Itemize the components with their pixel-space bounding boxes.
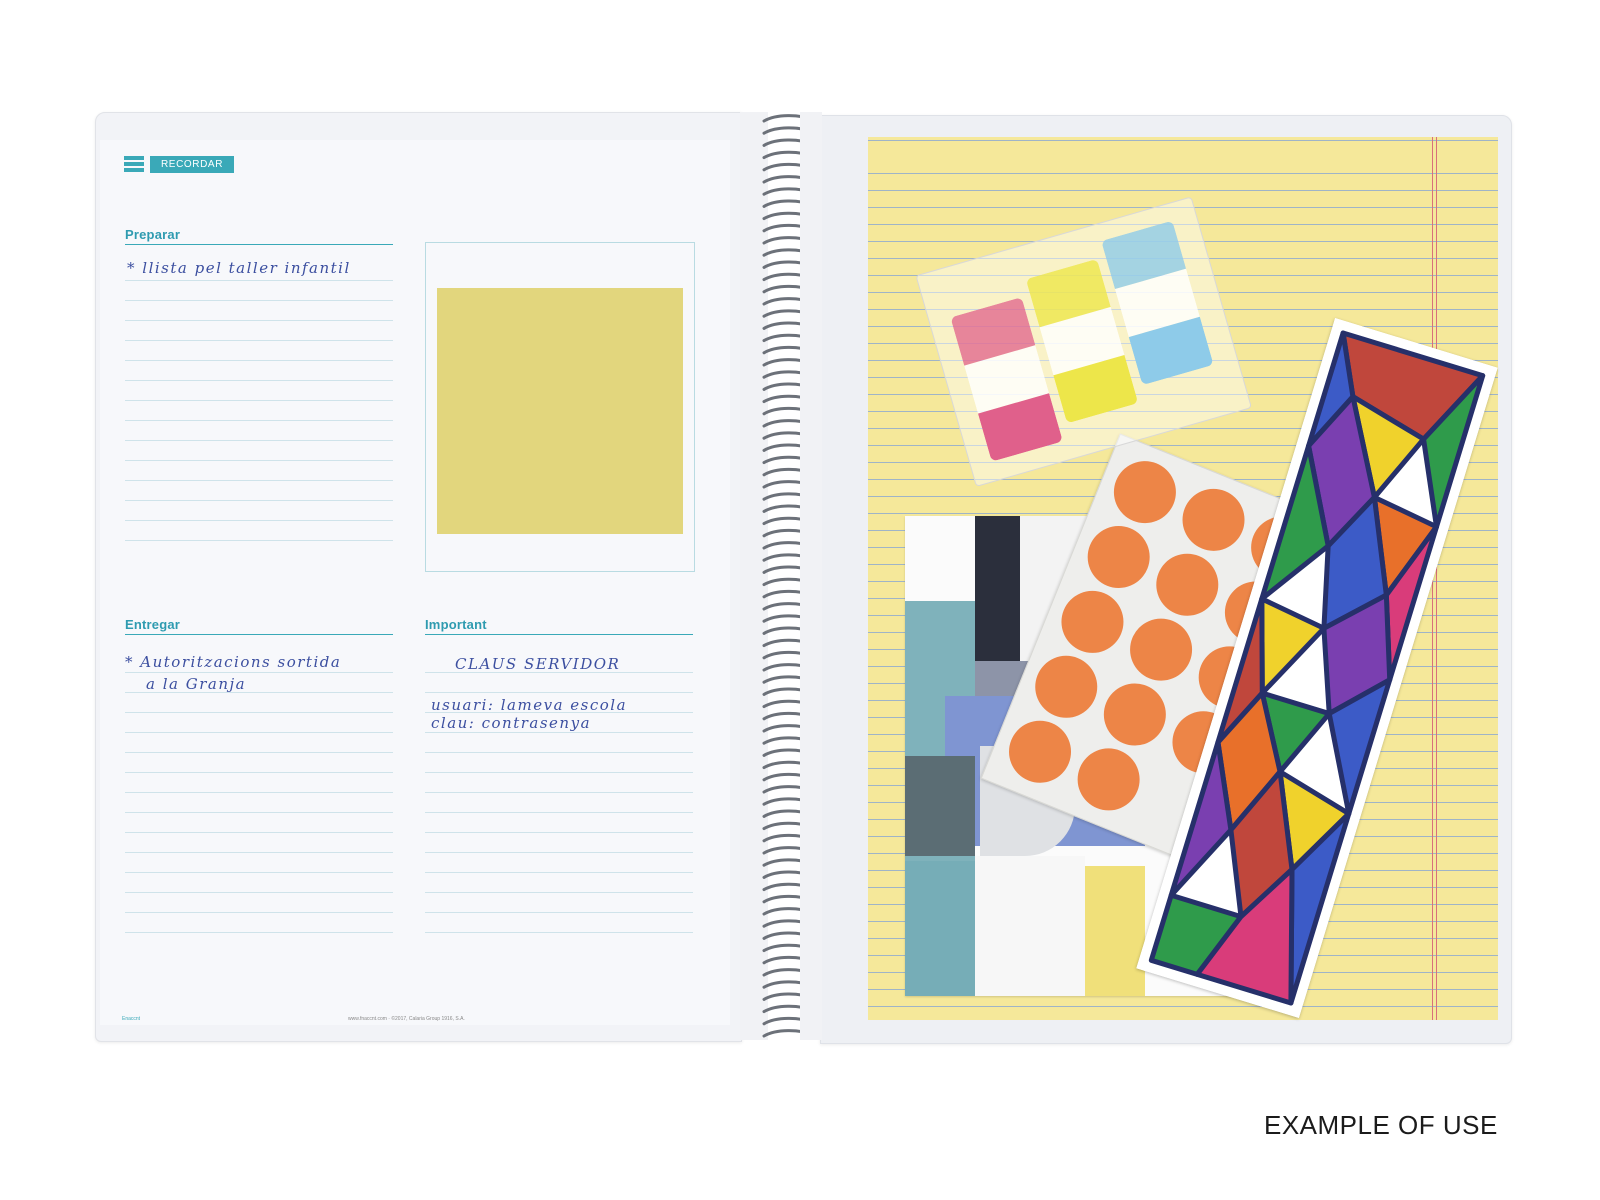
- preparar-label: Preparar: [125, 227, 181, 242]
- preparar-rule: [125, 520, 393, 521]
- preparar-rule: [125, 320, 393, 321]
- entregar-rule: [125, 832, 393, 833]
- entregar-rule: [125, 872, 393, 873]
- preparar-rule: [125, 460, 393, 461]
- preparar-rule: [125, 500, 393, 501]
- preparar-rule: [125, 280, 393, 281]
- entregar-rule: [125, 852, 393, 853]
- preparar-rule: [125, 380, 393, 381]
- preparar-rule: [125, 300, 393, 301]
- sticky-note: [437, 288, 683, 534]
- important-rule: [425, 692, 693, 693]
- entregar-underline: [125, 634, 393, 635]
- preparar-underline: [125, 244, 393, 245]
- important-rule: [425, 732, 693, 733]
- sleeve-edge-right: [800, 112, 822, 1040]
- entregar-rule: [125, 912, 393, 913]
- important-rule: [425, 672, 693, 673]
- entregar-rule: [125, 892, 393, 893]
- entregar-label: Entregar: [125, 617, 181, 632]
- footer-brand: Enaccnt: [122, 1016, 141, 1022]
- entregar-rule: [125, 772, 393, 773]
- important-note-3: clau: contrasenya: [431, 714, 592, 732]
- important-note-1: CLAUS SERVIDOR: [455, 655, 621, 673]
- important-label: Important: [425, 617, 487, 632]
- entregar-rule: [125, 812, 393, 813]
- important-rule: [425, 932, 693, 933]
- recordar-badge: RECORDAR: [150, 156, 234, 173]
- entregar-note-2: a la Granja: [146, 675, 247, 693]
- caption: EXAMPLE OF USE: [1264, 1110, 1498, 1140]
- important-rule: [425, 712, 693, 713]
- list-icon: [124, 156, 144, 173]
- preparar-rule: [125, 540, 393, 541]
- entregar-rule: [125, 712, 393, 713]
- preparar-rule: [125, 400, 393, 401]
- important-rule: [425, 772, 693, 773]
- preparar-rule: [125, 480, 393, 481]
- preparar-rule: [125, 420, 393, 421]
- preparar-rule: [125, 340, 393, 341]
- entregar-note-1: * Autoritzacions sortida: [125, 653, 342, 671]
- important-rule: [425, 852, 693, 853]
- footer-copyright: www.fnaccnt.com · ©2017, Calaria Group 1…: [348, 1016, 465, 1022]
- important-rule: [425, 912, 693, 913]
- important-rule: [425, 752, 693, 753]
- entregar-rule: [125, 792, 393, 793]
- entregar-rule: [125, 932, 393, 933]
- entregar-rule: [125, 672, 393, 673]
- important-rule: [425, 832, 693, 833]
- preparar-rule: [125, 440, 393, 441]
- important-rule: [425, 792, 693, 793]
- preparar-rule: [125, 360, 393, 361]
- entregar-rule: [125, 752, 393, 753]
- important-rule: [425, 872, 693, 873]
- important-underline: [425, 634, 693, 635]
- preparar-note-1: * llista pel taller infantil: [127, 259, 351, 277]
- entregar-rule: [125, 732, 393, 733]
- important-rule: [425, 892, 693, 893]
- entregar-rule: [125, 692, 393, 693]
- important-rule: [425, 812, 693, 813]
